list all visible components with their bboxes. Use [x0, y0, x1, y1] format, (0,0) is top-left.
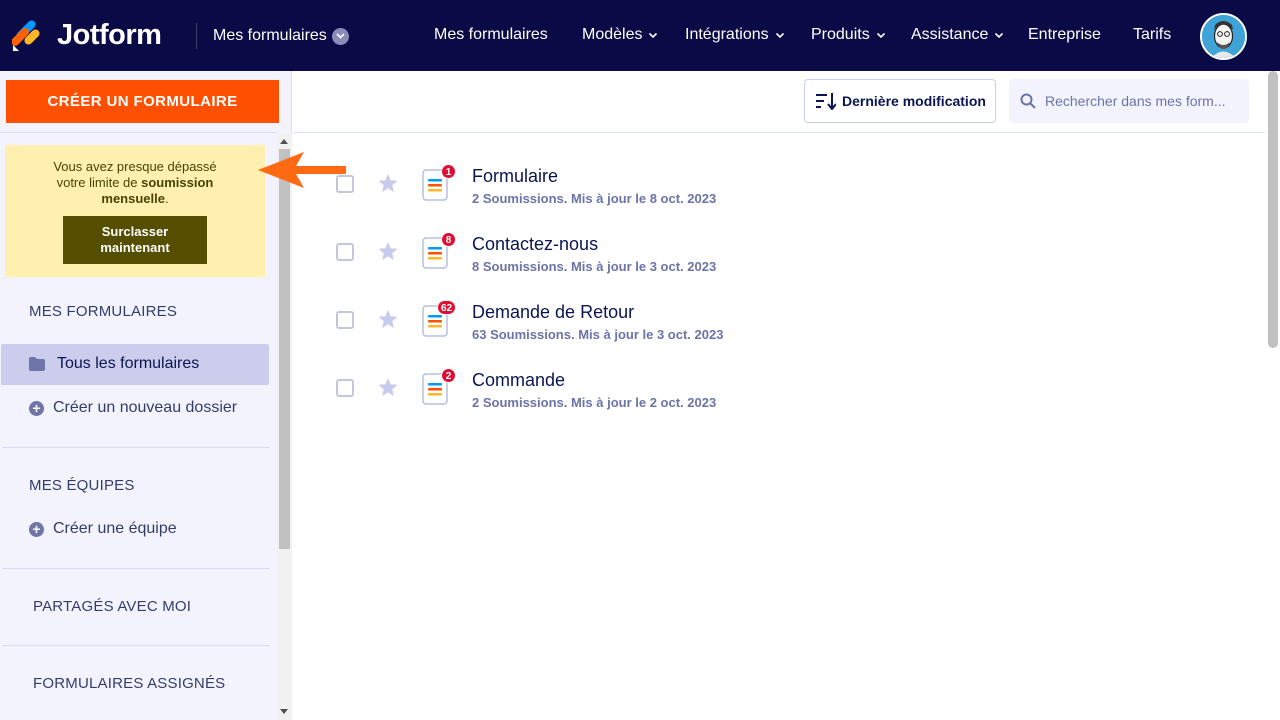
nav-label: Tarifs	[1133, 26, 1172, 43]
shared-with-me-item[interactable]: PARTAGÉS AVEC MOI	[33, 598, 191, 615]
form-meta: 2 Soumissions. Mis à jour le 2 oct. 2023	[472, 395, 717, 410]
upgrade-label: Surclasser maintenant	[100, 224, 169, 256]
form-title[interactable]: Contactez-nous	[472, 234, 598, 255]
sidebar-item-label: Tous les formulaires	[57, 355, 200, 372]
limit-text-bold-2: mensuelle	[101, 191, 165, 206]
limit-message: Vous avez presque dépassé votre limite d…	[5, 159, 265, 207]
search-box[interactable]	[1009, 79, 1249, 123]
folder-icon	[29, 357, 45, 371]
sidebar-scrollbar[interactable]	[277, 133, 292, 720]
limit-line-2: votre limite de soumission	[5, 175, 265, 191]
my-forms-header: MES FORMULAIRES	[29, 303, 178, 320]
nav-label: Produits	[811, 26, 870, 43]
new-submissions-badge: 1	[441, 164, 456, 179]
new-submissions-badge: 8	[441, 232, 456, 247]
page-scroll-thumb[interactable]	[1268, 71, 1278, 348]
star-icon[interactable]	[378, 242, 398, 261]
jotform-logo-icon	[12, 19, 40, 52]
page-scrollbar[interactable]	[1266, 71, 1280, 720]
new-submissions-badge: 62	[437, 300, 457, 315]
scroll-down-arrow-icon[interactable]	[280, 709, 288, 714]
form-title[interactable]: Commande	[472, 370, 565, 391]
my-teams-header: MES ÉQUIPES	[29, 477, 135, 494]
sidebar-item-all-forms[interactable]: Tous les formulaires	[1, 344, 269, 385]
search-icon	[1020, 93, 1036, 109]
star-icon[interactable]	[378, 310, 398, 329]
form-meta: 63 Soumissions. Mis à jour le 3 oct. 202…	[472, 327, 724, 342]
form-list-item[interactable]: 8 Contactez-nous 8 Soumissions. Mis à jo…	[293, 218, 1253, 286]
assigned-forms-item[interactable]: FORMULAIRES ASSIGNÉS	[33, 675, 225, 692]
limit-line-3: mensuelle.	[5, 191, 265, 207]
plus-circle-icon: +	[29, 522, 44, 537]
form-list-item[interactable]: 2 Commande 2 Soumissions. Mis à jour le …	[293, 354, 1253, 422]
chevron-down-icon	[331, 27, 349, 45]
sidebar-divider	[2, 568, 270, 569]
limit-line-1: Vous avez presque dépassé	[53, 159, 217, 174]
nav-label: Entreprise	[1028, 26, 1101, 43]
upgrade-now-button[interactable]: Surclasser maintenant	[63, 216, 207, 264]
sidebar-divider	[2, 645, 270, 646]
nav-entreprise[interactable]: Entreprise	[1028, 26, 1101, 44]
nav-modeles[interactable]: Modèles	[582, 26, 658, 44]
chevron-down-icon	[775, 32, 784, 38]
nav-label: Mes formulaires	[434, 26, 548, 43]
form-list-item[interactable]: 62 Demande de Retour 63 Soumissions. Mis…	[293, 286, 1253, 354]
search-input[interactable]	[1045, 93, 1235, 109]
sidebar-divider	[2, 447, 270, 448]
submission-limit-banner: Vous avez presque dépassé votre limite d…	[5, 145, 265, 277]
limit-text-suffix: .	[164, 191, 169, 206]
avatar-illustration	[1202, 15, 1245, 58]
top-navigation-bar: Jotform Mes formulaires Mes formulaires …	[0, 0, 1280, 71]
new-submissions-badge: 2	[441, 368, 456, 383]
chevron-down-icon	[649, 32, 658, 38]
workspace-label: Mes formulaires	[213, 27, 327, 44]
select-checkbox[interactable]	[336, 175, 354, 193]
star-icon[interactable]	[378, 174, 398, 193]
nav-mes-formulaires[interactable]: Mes formulaires	[434, 26, 548, 44]
user-avatar[interactable]	[1200, 13, 1247, 60]
scroll-up-arrow-icon[interactable]	[280, 139, 288, 144]
nav-integrations[interactable]: Intégrations	[685, 26, 785, 44]
sort-icon	[816, 93, 836, 110]
brand-name: Jotform	[57, 19, 162, 51]
upgrade-label-line-2: maintenant	[100, 240, 170, 255]
nav-label: Intégrations	[685, 26, 769, 43]
sidebar: CRÉER UN FORMULAIRE Vous avez presque dé…	[0, 71, 292, 720]
sidebar-scroll-thumb[interactable]	[279, 149, 290, 549]
limit-text-prefix: votre limite de	[56, 175, 142, 190]
sort-button[interactable]: Dernière modification	[804, 79, 996, 123]
limit-text-bold: soumission	[141, 175, 214, 190]
create-team-button[interactable]: + Créer une équipe	[1, 509, 269, 550]
form-title[interactable]: Formulaire	[472, 166, 558, 187]
nav-divider	[196, 23, 197, 49]
select-checkbox[interactable]	[336, 379, 354, 397]
forms-toolbar: Dernière modification	[293, 71, 1265, 133]
workspace-selector[interactable]: Mes formulaires	[213, 27, 349, 45]
form-title[interactable]: Demande de Retour	[472, 302, 634, 323]
select-checkbox[interactable]	[336, 243, 354, 261]
select-checkbox[interactable]	[336, 311, 354, 329]
form-list-item[interactable]: 1 Formulaire 2 Soumissions. Mis à jour l…	[293, 150, 1253, 218]
nav-label: Assistance	[911, 26, 989, 43]
sidebar-divider	[0, 132, 276, 133]
plus-circle-icon: +	[29, 401, 44, 416]
chevron-down-icon	[995, 32, 1004, 38]
upgrade-label-line-1: Surclasser	[101, 224, 169, 239]
nav-produits[interactable]: Produits	[811, 26, 886, 44]
sidebar-item-label: Créer un nouveau dossier	[53, 399, 238, 416]
chevron-down-icon	[876, 32, 885, 38]
nav-tarifs[interactable]: Tarifs	[1133, 26, 1171, 44]
jotform-logo[interactable]: Jotform	[12, 19, 162, 52]
star-icon[interactable]	[378, 378, 398, 397]
sidebar-item-label: Créer une équipe	[53, 520, 177, 537]
create-form-button[interactable]: CRÉER UN FORMULAIRE	[6, 80, 279, 123]
sort-label: Dernière modification	[842, 93, 986, 109]
nav-assistance[interactable]: Assistance	[911, 26, 1004, 44]
nav-label: Modèles	[582, 26, 643, 43]
form-meta: 2 Soumissions. Mis à jour le 8 oct. 2023	[472, 191, 717, 206]
form-meta: 8 Soumissions. Mis à jour le 3 oct. 2023	[472, 259, 717, 274]
create-folder-button[interactable]: + Créer un nouveau dossier	[1, 388, 269, 429]
